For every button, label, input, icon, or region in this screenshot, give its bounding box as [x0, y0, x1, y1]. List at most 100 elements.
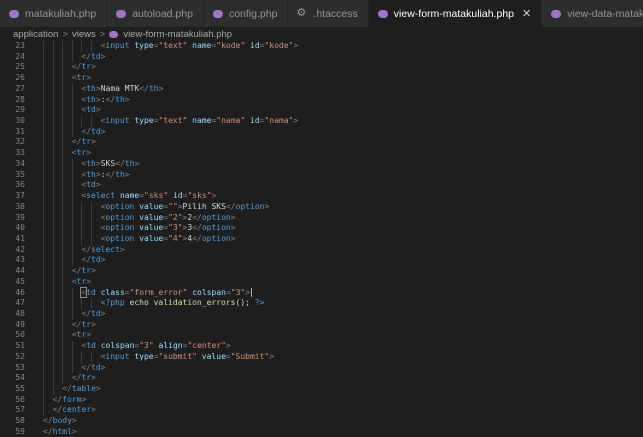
code-line[interactable]: 39 <option value="2">2</option> [0, 212, 643, 224]
indent-guide [52, 319, 54, 331]
code-line[interactable]: 42 </select> [0, 244, 643, 256]
code-token: th [86, 158, 96, 168]
code-text: <?php echo validation_errors(); ?> [101, 298, 265, 309]
tab-htaccess[interactable]: .htaccess [288, 0, 369, 27]
code-text: <th>Nama MTK</th> [81, 84, 163, 95]
code-line[interactable]: 43 </td> [0, 255, 643, 267]
code-line[interactable]: 54 </tr> [0, 373, 643, 384]
line-number: 59 [15, 426, 25, 436]
code-token: th [148, 83, 159, 93]
code-token: > [100, 308, 106, 318]
indent-guide [43, 212, 44, 224]
code-line[interactable]: 49 </tr> [0, 319, 643, 331]
code-line[interactable]: 31 </td> [0, 126, 643, 138]
code-line[interactable]: 41 <option value="4">4</option> [0, 233, 643, 245]
breadcrumb: application > views > view-form-matakuli… [0, 27, 643, 41]
indent-guide [71, 169, 73, 181]
code-token: echo [129, 298, 149, 308]
code-line[interactable]: 50 <tr> [0, 330, 643, 342]
code-token: </ [81, 126, 92, 136]
indent-guide [52, 94, 54, 106]
php-icon [212, 9, 223, 18]
code-line[interactable]: 34 <th>SKS</th> [0, 158, 643, 170]
code-line[interactable]: 35 <th>:</th> [0, 169, 643, 181]
code-token: td [86, 287, 96, 297]
indent-guide [52, 255, 54, 267]
code-token: > [245, 287, 251, 297]
code-line[interactable]: 37 <select name="sks" id="sks"> [0, 191, 643, 202]
code-text: </td> [81, 127, 105, 138]
indent-guide [43, 298, 44, 309]
tab-matakuliah-php[interactable]: matakuliah.php [0, 0, 108, 27]
code-line[interactable]: 58 </body> [0, 416, 643, 427]
code-line[interactable]: 53 </td> [0, 362, 643, 374]
code-token: > [81, 394, 87, 404]
code-line[interactable]: 23 <input type="text" name="kode" id="kod… [0, 41, 643, 52]
code-line[interactable]: 32 </tr> [0, 137, 643, 149]
tab-label: config.php [228, 7, 278, 20]
breadcrumb-item-subfolder[interactable]: views [72, 29, 96, 40]
indent-guide [43, 384, 44, 395]
indent-guide [52, 276, 54, 288]
code-line[interactable]: 24 </td> [0, 51, 643, 63]
code-line[interactable]: 51 <td colspan="3" align="center"> [0, 341, 643, 352]
indent-guide [62, 62, 64, 74]
tab-view-data-matakuliah-php[interactable]: view-data-matakuliah.php [542, 0, 643, 27]
code-token: SKS [100, 158, 116, 168]
indent-guide [71, 341, 73, 352]
indent-guide [62, 137, 64, 149]
code-line[interactable]: 33 <tr> [0, 148, 643, 159]
code-line[interactable]: 45 <tr> [0, 276, 643, 288]
code-line[interactable]: 26 <tr> [0, 73, 643, 84]
code-line[interactable]: 36 <td> [0, 180, 643, 192]
code-text: </td> [81, 363, 105, 374]
code-token: "nama" [264, 116, 294, 126]
code-token: </ [139, 83, 149, 93]
code-line[interactable]: 57 </center> [0, 405, 643, 417]
code-token: "submit" [158, 351, 197, 361]
line-number: 43 [15, 255, 25, 265]
breadcrumb-separator: > [99, 28, 106, 40]
code-line[interactable]: 44 </tr> [0, 266, 643, 277]
code-token: > [91, 62, 96, 72]
breadcrumb-item-folder[interactable]: application [13, 29, 58, 40]
code-text: <td> [81, 180, 100, 191]
indent-guide [71, 351, 73, 363]
code-line[interactable]: 48 </td> [0, 308, 643, 320]
code-token: td [91, 126, 101, 136]
code-line[interactable]: 59 </html> [0, 427, 643, 437]
code-token: </ [192, 223, 202, 233]
code-token: > [95, 384, 101, 393]
code-line[interactable]: 30 <input type="text" name="nama" id="nam… [0, 116, 643, 127]
code-line[interactable]: 40 <option value="3">3</option> [0, 223, 643, 234]
code-line[interactable]: 28 <th>:</th> [0, 94, 643, 106]
code-line[interactable]: 56 </form> [0, 394, 643, 406]
line-number: 40 [15, 223, 25, 233]
code-editor[interactable]: 23 <input type="text" name="kode" id="kod… [0, 41, 643, 437]
code-line[interactable]: 47 <?php echo validation_errors(); ?> [0, 298, 643, 309]
code-token: "text" [158, 41, 188, 50]
code-token: input [105, 41, 130, 50]
code-token: > [124, 169, 130, 179]
code-line[interactable]: 25 </tr> [0, 62, 643, 74]
indent-guide [62, 105, 64, 117]
breadcrumb-item-file[interactable]: view-form-matakuliah.php [123, 29, 232, 40]
code-line[interactable]: 46 <td class="form_error" colspan="3"> [0, 286, 643, 299]
indent-guide [91, 116, 92, 127]
code-token: > [230, 212, 236, 222]
line-number: 57 [15, 405, 25, 415]
code-token: > [225, 341, 231, 351]
code-line[interactable]: 55 </table> [0, 384, 643, 395]
tab-view-form-matakuliah-php[interactable]: view-form-matakuliah.php ✕ [368, 0, 543, 27]
code-text: </select> [81, 245, 124, 256]
code-token: option [201, 212, 231, 222]
code-line[interactable]: 29 <td> [0, 105, 643, 117]
tab-config-php[interactable]: config.php [203, 0, 289, 27]
indent-guide [52, 148, 54, 159]
tab-autoload-php[interactable]: autoload.php [107, 0, 204, 27]
close-icon[interactable]: ✕ [522, 7, 531, 20]
code-line[interactable]: 52 <input type="submit" value="Submit"> [0, 351, 643, 363]
code-line[interactable]: 27 <th>Nama MTK</th> [0, 83, 643, 95]
code-line[interactable]: 38 <option value="">Pilih SKS</option> [0, 201, 643, 213]
indent-guide [52, 212, 54, 224]
